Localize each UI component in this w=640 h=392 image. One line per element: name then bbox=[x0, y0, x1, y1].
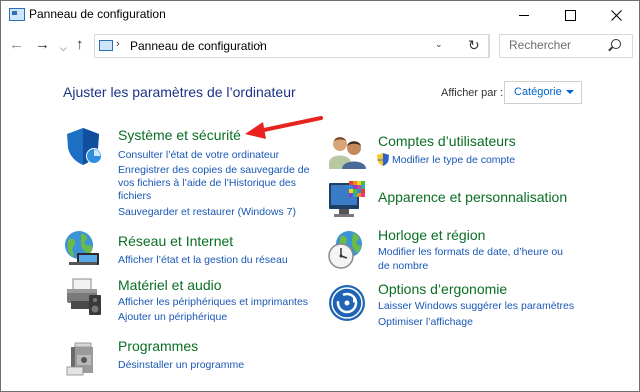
navigation-bar: ← → ⌵ ↑ › Panneau de configuration › ⌄ ↻ bbox=[1, 29, 639, 63]
control-panel-window: Panneau de configuration ← → ⌵ ↑ › Panne… bbox=[0, 0, 640, 392]
uac-shield-icon bbox=[377, 153, 389, 166]
link-file-history-line3[interactable]: fichiers bbox=[118, 190, 151, 203]
address-dropdown-icon[interactable]: ⌄ bbox=[435, 39, 443, 50]
link-file-history-line2[interactable]: vos fichiers à l’aide de l’Historique de… bbox=[118, 177, 296, 190]
category-title-programs[interactable]: Programmes bbox=[118, 338, 198, 354]
category-title-appearance-personalization[interactable]: Apparence et personnalisation bbox=[378, 189, 567, 205]
minimize-button[interactable] bbox=[501, 1, 547, 29]
view-by-label: Afficher par : bbox=[441, 87, 504, 99]
clock-globe-icon[interactable] bbox=[327, 230, 367, 270]
link-optimize-display[interactable]: Optimiser l’affichage bbox=[378, 316, 473, 329]
title-bar: Panneau de configuration bbox=[1, 1, 639, 29]
category-title-user-accounts[interactable]: Comptes d’utilisateurs bbox=[378, 133, 516, 149]
category-title-network-internet[interactable]: Réseau et Internet bbox=[118, 233, 233, 249]
appearance-monitor-icon[interactable] bbox=[327, 179, 367, 219]
maximize-button[interactable] bbox=[547, 1, 593, 29]
search-box[interactable] bbox=[499, 34, 633, 58]
link-network-status[interactable]: Afficher l’état et la gestion du réseau bbox=[118, 254, 288, 267]
link-view-computer-status[interactable]: Consulter l’état de votre ordinateur bbox=[118, 149, 279, 162]
link-add-device[interactable]: Ajouter un périphérique bbox=[118, 311, 227, 324]
link-change-account-type[interactable]: Modifier le type de compte bbox=[392, 154, 515, 167]
page-heading: Ajuster les paramètres de l’ordinateur bbox=[63, 84, 296, 100]
search-icon[interactable] bbox=[611, 39, 621, 49]
control-panel-icon bbox=[99, 40, 113, 51]
up-button[interactable]: ↑ bbox=[76, 37, 84, 53]
category-title-hardware-sound[interactable]: Matériel et audio bbox=[118, 277, 222, 293]
view-by-value[interactable]: Catégorie bbox=[514, 86, 562, 98]
ease-of-access-icon[interactable] bbox=[327, 283, 367, 323]
breadcrumb-chevron-icon[interactable]: › bbox=[259, 38, 263, 50]
link-uninstall-program[interactable]: Désinstaller un programme bbox=[118, 359, 244, 372]
link-date-time-formats-line2[interactable]: de nombre bbox=[378, 260, 428, 273]
view-by-dropdown[interactable]: Catégorie bbox=[504, 81, 582, 104]
security-shield-icon[interactable] bbox=[63, 126, 103, 166]
forward-button[interactable]: → bbox=[35, 37, 50, 53]
recent-locations-button[interactable]: ⌵ bbox=[60, 40, 67, 56]
back-button[interactable]: ← bbox=[9, 37, 24, 53]
close-icon bbox=[610, 9, 622, 21]
link-devices-printers[interactable]: Afficher les périphériques et imprimante… bbox=[118, 296, 308, 309]
category-title-ease-of-access[interactable]: Options d’ergonomie bbox=[378, 281, 507, 297]
programs-icon[interactable] bbox=[63, 337, 103, 377]
link-backup-restore[interactable]: Sauvegarder et restaurer (Windows 7) bbox=[118, 206, 296, 219]
control-panel-icon bbox=[9, 8, 25, 21]
category-title-system-security[interactable]: Système et sécurité bbox=[118, 127, 241, 143]
printer-icon[interactable] bbox=[63, 277, 103, 317]
close-button[interactable] bbox=[593, 1, 639, 29]
refresh-icon: ↻ bbox=[468, 37, 480, 53]
link-date-time-formats-line1[interactable]: Modifier les formats de date, d’heure ou bbox=[378, 246, 563, 259]
network-globe-icon[interactable] bbox=[63, 229, 103, 269]
link-windows-suggest-settings[interactable]: Laisser Windows suggérer les paramètres bbox=[378, 300, 574, 313]
refresh-button[interactable]: ↻ bbox=[460, 34, 489, 58]
breadcrumb-control-panel[interactable]: Panneau de configuration bbox=[130, 39, 267, 53]
link-file-history-line1[interactable]: Enregistrer des copies de sauvegarde de bbox=[118, 164, 309, 177]
window-title: Panneau de configuration bbox=[29, 7, 166, 21]
address-bar[interactable]: › Panneau de configuration › ⌄ bbox=[94, 34, 490, 58]
search-input[interactable] bbox=[500, 35, 609, 55]
breadcrumb-chevron-icon[interactable]: › bbox=[116, 38, 120, 50]
chevron-down-icon[interactable] bbox=[566, 90, 574, 94]
users-icon[interactable] bbox=[327, 133, 367, 173]
category-title-clock-region[interactable]: Horloge et région bbox=[378, 227, 485, 243]
